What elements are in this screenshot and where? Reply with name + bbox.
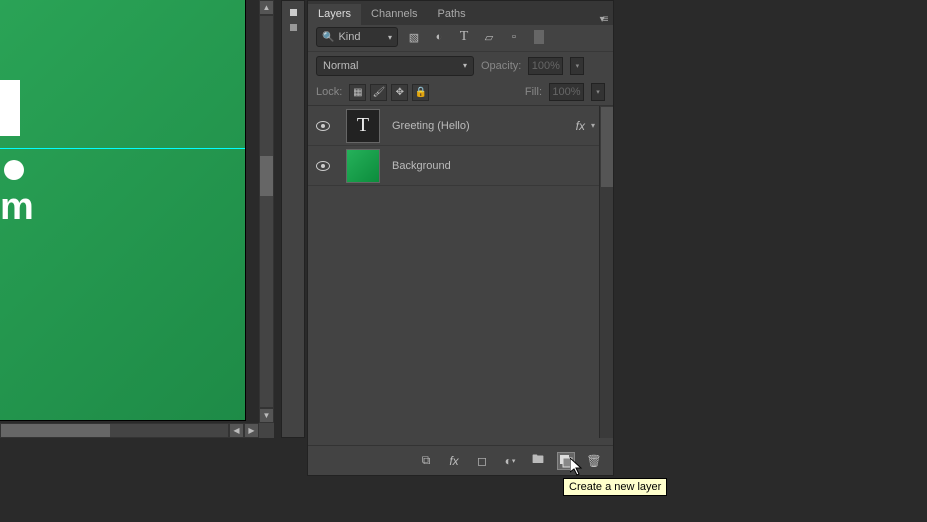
scroll-up-icon[interactable]: ▲	[259, 0, 274, 15]
layer-thumbnail[interactable]	[346, 149, 380, 183]
scroll-right-icon[interactable]: ▶	[244, 423, 259, 438]
lock-label: Lock:	[316, 86, 342, 98]
layers-bottom-toolbar: ⧉ fx ◻ ◐▾ 🖿 🗑	[308, 445, 613, 475]
filter-smart-icon[interactable]: ▫	[505, 28, 523, 46]
chevron-down-icon: ▾	[388, 33, 392, 42]
tab-layers[interactable]: Layers	[308, 4, 361, 25]
layer-name[interactable]: Background	[388, 160, 599, 172]
eye-icon	[316, 121, 330, 131]
fill-dropdown-icon[interactable]: ▾	[591, 83, 605, 101]
visibility-toggle[interactable]	[308, 161, 338, 171]
horizontal-guide[interactable]	[0, 148, 245, 149]
blend-row: Normal ▾ Opacity: 100% ▾	[308, 52, 613, 79]
vertical-scrollbar[interactable]: ▲ ▼	[259, 0, 274, 438]
tooltip: Create a new layer	[563, 478, 667, 496]
layers-panel: Layers Channels Paths ▾≡ 🔍 Kind ▾ ▧ ◐ T …	[307, 0, 614, 476]
delete-layer-icon[interactable]: 🗑	[585, 452, 603, 470]
lock-position-icon[interactable]: ✥	[391, 84, 408, 101]
filter-type-icon[interactable]: T	[455, 28, 473, 46]
opacity-label: Opacity:	[481, 60, 521, 72]
scroll-left-icon[interactable]: ◀	[229, 423, 244, 438]
lock-all-icon[interactable]: 🔒	[412, 84, 429, 101]
opacity-dropdown-icon[interactable]: ▾	[570, 57, 584, 75]
panel-icon[interactable]	[290, 9, 297, 16]
layer-thumbnail[interactable]: T	[346, 109, 380, 143]
filter-kind-label: Kind	[338, 31, 360, 43]
layer-mask-icon[interactable]: ◻	[473, 452, 491, 470]
layer-effects-badge[interactable]: fx	[576, 119, 591, 133]
layer-name[interactable]: Greeting (Hello)	[388, 120, 576, 132]
new-layer-button[interactable]	[557, 452, 575, 470]
chevron-down-icon: ▾	[463, 61, 467, 70]
lock-transparent-icon[interactable]: ▦	[349, 84, 366, 101]
canvas-area: m ◀ ▶	[0, 0, 259, 438]
scroll-thumb[interactable]	[260, 156, 273, 196]
scroll-thumb[interactable]	[601, 107, 613, 187]
link-layers-icon[interactable]: ⧉	[417, 452, 435, 470]
horizontal-scrollbar[interactable]: ◀ ▶	[0, 423, 259, 438]
lock-image-icon[interactable]: 🖌	[370, 84, 387, 101]
type-layer-icon: T	[357, 114, 369, 137]
scroll-thumb[interactable]	[1, 424, 110, 437]
panel-menu-icon[interactable]: ▾≡	[593, 10, 613, 25]
adjustment-layer-icon[interactable]: ◐▾	[501, 452, 519, 470]
layers-scrollbar[interactable]	[599, 106, 613, 438]
opacity-input[interactable]: 100%	[528, 57, 563, 75]
panel-tabs: Layers Channels Paths ▾≡	[308, 1, 613, 25]
artwork-shape	[0, 80, 20, 136]
layer-row[interactable]: Background	[308, 146, 613, 186]
layer-filter-row: 🔍 Kind ▾ ▧ ◐ T ▱ ▫	[308, 25, 613, 52]
tab-channels[interactable]: Channels	[361, 4, 427, 25]
artwork-text: m	[0, 186, 34, 229]
eye-icon	[316, 161, 330, 171]
layer-row[interactable]: T Greeting (Hello) fx ▾	[308, 106, 613, 146]
filter-shape-icon[interactable]: ▱	[480, 28, 498, 46]
scroll-down-icon[interactable]: ▼	[259, 408, 274, 423]
visibility-toggle[interactable]	[308, 121, 338, 131]
blend-mode-value: Normal	[323, 60, 358, 72]
fill-label: Fill:	[525, 86, 542, 98]
filter-toggle[interactable]	[534, 30, 544, 44]
layer-style-icon[interactable]: fx	[445, 452, 463, 470]
fill-input[interactable]: 100%	[549, 83, 584, 101]
chevron-down-icon[interactable]: ▾	[591, 121, 599, 130]
layers-list: T Greeting (Hello) fx ▾ Background	[308, 106, 613, 438]
collapsed-panel-dock[interactable]	[281, 0, 305, 438]
filter-adjustment-icon[interactable]: ◐	[430, 28, 448, 46]
lock-row: Lock: ▦ 🖌 ✥ 🔒 Fill: 100% ▾	[308, 79, 613, 106]
tab-paths[interactable]: Paths	[428, 4, 476, 25]
artwork-shape	[4, 160, 24, 180]
search-icon: 🔍	[322, 32, 334, 43]
filter-kind-select[interactable]: 🔍 Kind ▾	[316, 27, 398, 47]
group-icon[interactable]: 🖿	[529, 452, 547, 470]
filter-pixel-icon[interactable]: ▧	[405, 28, 423, 46]
panel-icon[interactable]	[290, 24, 297, 31]
blend-mode-select[interactable]: Normal ▾	[316, 56, 474, 76]
document-canvas[interactable]: m	[0, 0, 246, 421]
